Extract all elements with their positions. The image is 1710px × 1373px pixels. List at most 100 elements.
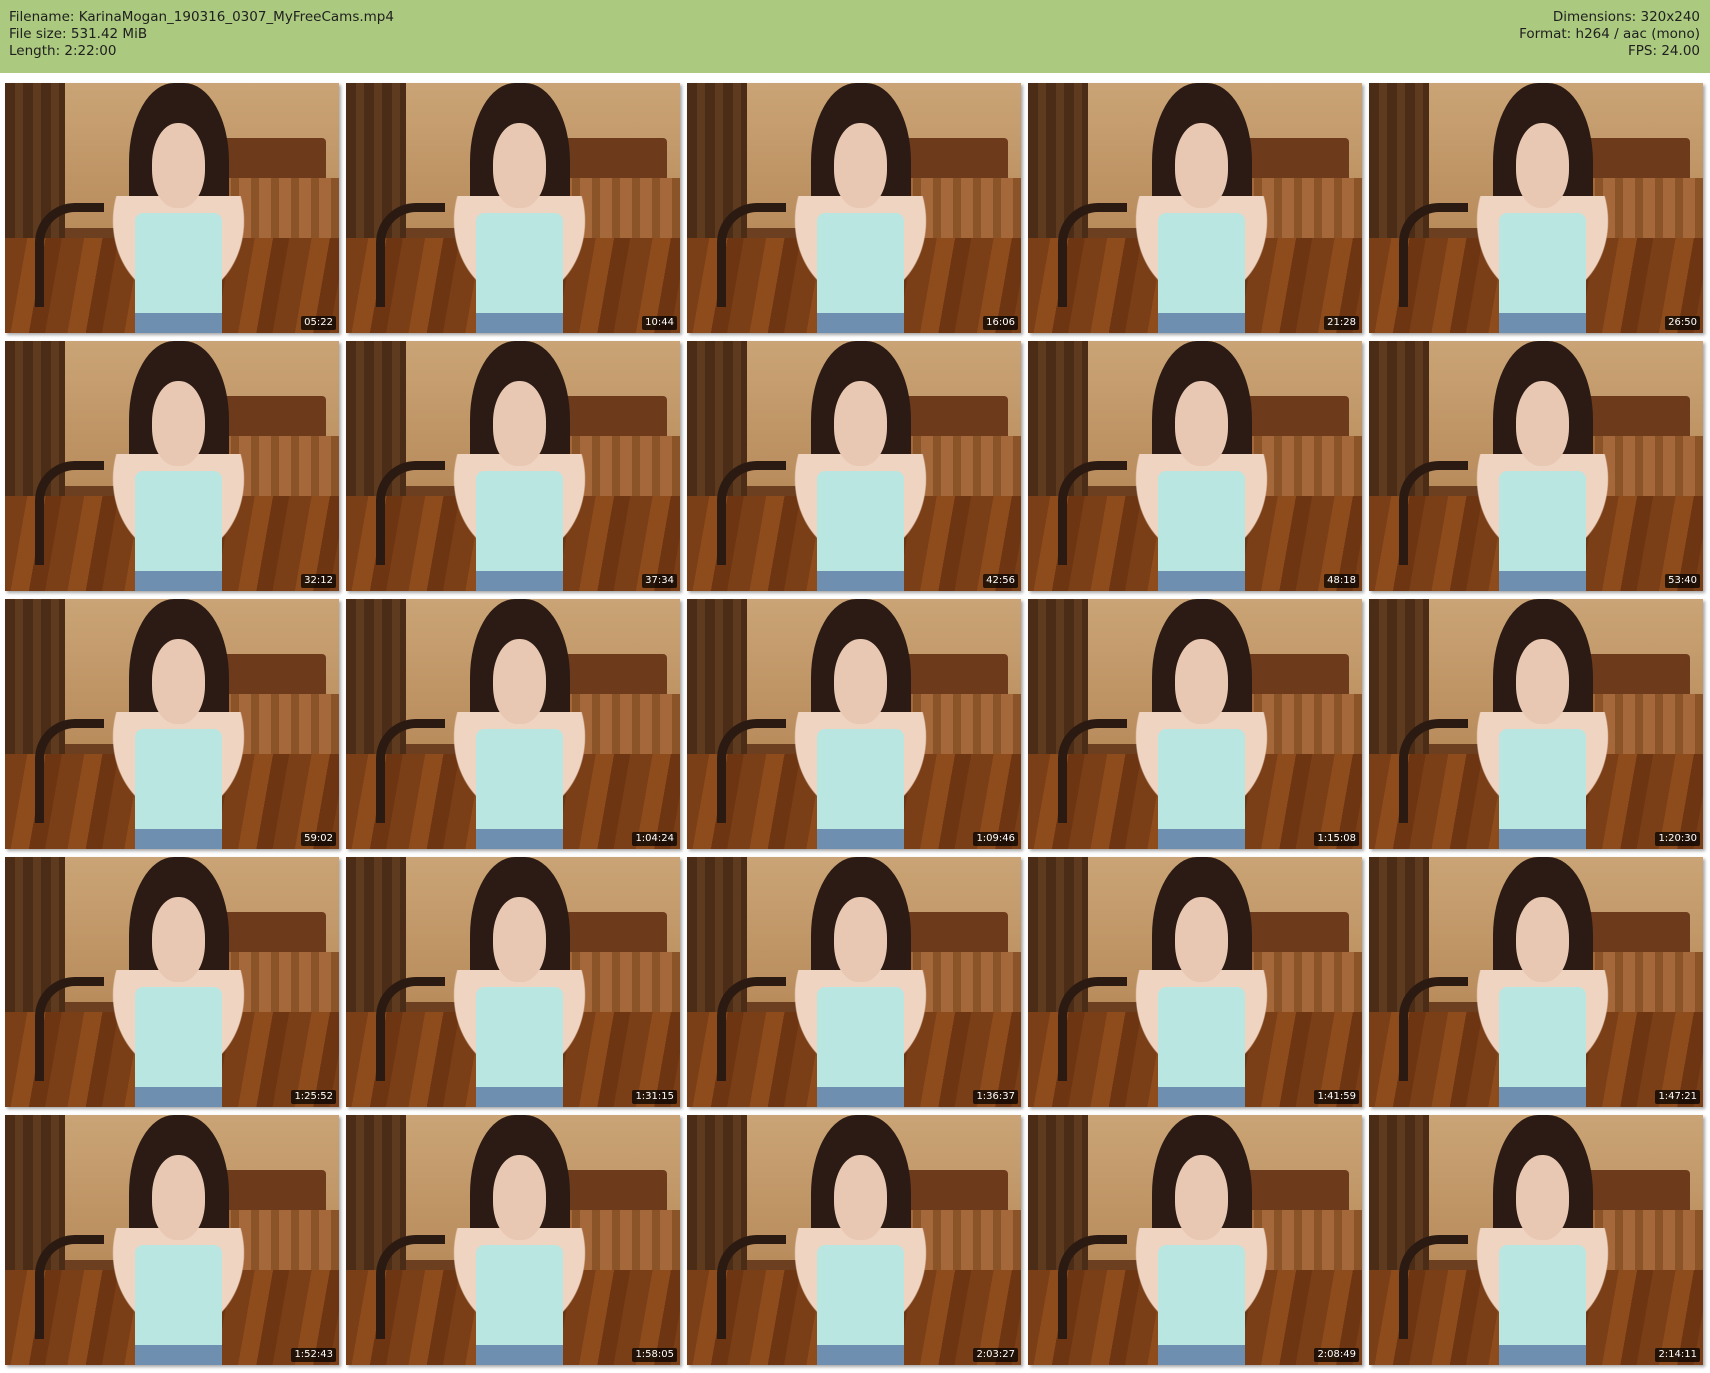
face [151,1155,206,1240]
chair [717,461,787,565]
chair [35,719,105,823]
video-thumbnail: 1:09:46 [687,599,1021,849]
chair [717,719,787,823]
face [492,123,547,208]
chair [376,977,446,1081]
person-figure [1459,857,1627,1107]
face [833,381,888,466]
shorts [476,571,564,591]
person-figure [1459,599,1627,849]
face [833,897,888,982]
info-header: Filename: KarinaMogan_190316_0307_MyFree… [0,0,1710,73]
chair [376,461,446,565]
face [1515,897,1570,982]
shorts [817,313,905,333]
shorts [1158,1345,1246,1365]
chair [1399,977,1469,1081]
length-text: Length: 2:22:00 [9,43,117,59]
video-thumbnail: 1:04:24 [346,599,680,849]
tank-top [1499,213,1587,328]
tank-top [135,471,223,586]
video-thumbnail: 2:03:27 [687,1115,1021,1365]
person-figure [777,857,945,1107]
video-frame-image [5,341,339,591]
timestamp-label: 1:15:08 [1314,832,1359,846]
person-figure [95,857,263,1107]
timestamp-label: 53:40 [1665,574,1700,588]
timestamp-label: 59:02 [301,832,336,846]
timestamp-label: 37:34 [642,574,677,588]
tank-top [1158,1245,1246,1360]
chair [35,977,105,1081]
video-thumbnail: 26:50 [1369,83,1703,333]
shorts [135,571,223,591]
video-frame-image [687,1115,1021,1365]
chair [35,461,105,565]
video-frame-image [346,599,680,849]
shorts [1499,313,1587,333]
chair [1058,1235,1128,1339]
timestamp-label: 2:14:11 [1655,1348,1700,1362]
video-thumbnail: 48:18 [1028,341,1362,591]
timestamp-label: 1:58:05 [632,1348,677,1362]
video-thumbnail: 1:41:59 [1028,857,1362,1107]
person-figure [777,599,945,849]
tank-top [135,1245,223,1360]
video-thumbnail: 1:25:52 [5,857,339,1107]
person-figure [1459,341,1627,591]
person-figure [436,83,604,333]
shorts [476,1087,564,1107]
tank-top [1158,213,1246,328]
timestamp-label: 42:56 [983,574,1018,588]
file-size-text: File size: 531.42 MiB [9,26,148,42]
shorts [817,1345,905,1365]
chair [717,1235,787,1339]
dimensions-text: Dimensions: 320x240 [1552,9,1700,25]
video-frame-image [1369,341,1703,591]
tank-top [476,729,564,844]
face [492,639,547,724]
person-figure [95,599,263,849]
person-figure [1118,1115,1286,1365]
face [151,639,206,724]
tank-top [1158,987,1246,1102]
video-thumbnail: 37:34 [346,341,680,591]
shorts [1499,829,1587,849]
tank-top [135,729,223,844]
tank-top [135,987,223,1102]
video-frame-image [5,857,339,1107]
person-figure [777,1115,945,1365]
video-frame-image [5,599,339,849]
face [1515,381,1570,466]
format-text: Format: h264 / aac (mono) [1519,26,1700,42]
video-frame-image [1369,83,1703,333]
chair [1399,1235,1469,1339]
timestamp-label: 1:20:30 [1655,832,1700,846]
file-info: Filename: KarinaMogan_190316_0307_MyFree… [9,9,394,60]
tank-top [1499,729,1587,844]
person-figure [436,857,604,1107]
face [1174,897,1229,982]
person-figure [1118,857,1286,1107]
tank-top [476,1245,564,1360]
video-frame-image [1028,341,1362,591]
face [1515,639,1570,724]
video-thumbnail: 16:06 [687,83,1021,333]
video-thumbnail: 53:40 [1369,341,1703,591]
chair [717,203,787,307]
person-figure [436,599,604,849]
video-frame-image [5,1115,339,1365]
timestamp-label: 16:06 [983,316,1018,330]
timestamp-label: 48:18 [1324,574,1359,588]
video-thumbnail: 2:08:49 [1028,1115,1362,1365]
tank-top [476,213,564,328]
shorts [476,1345,564,1365]
shorts [817,571,905,591]
shorts [476,313,564,333]
person-figure [1118,83,1286,333]
video-frame-image [687,599,1021,849]
timestamp-label: 2:08:49 [1314,1348,1359,1362]
shorts [135,1345,223,1365]
face [151,123,206,208]
shorts [1158,1087,1246,1107]
